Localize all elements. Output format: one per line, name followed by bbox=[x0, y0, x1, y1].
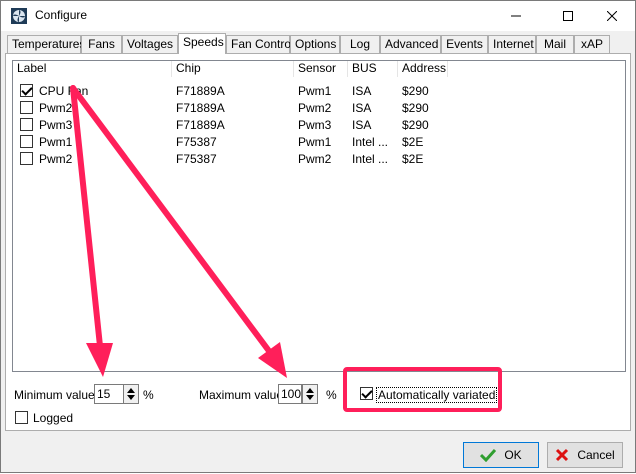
column-chip[interactable]: Chip bbox=[172, 61, 294, 77]
maximum-value-spinner[interactable] bbox=[302, 384, 318, 404]
row-address: $290 bbox=[402, 118, 429, 132]
maximize-icon bbox=[563, 11, 573, 21]
column-address[interactable]: Address bbox=[398, 61, 448, 77]
tab-strip: Temperatures Fans Voltages Speeds Fan Co… bbox=[5, 33, 631, 54]
fan-list[interactable]: Label Chip Sensor BUS Address CPU Fan F7… bbox=[12, 60, 626, 372]
row-address: $290 bbox=[402, 84, 429, 98]
tab-fan-control[interactable]: Fan Control bbox=[226, 35, 294, 53]
configure-window: Configure Temperatures Fans Voltages Spe… bbox=[0, 0, 636, 473]
annotation-highlight-box bbox=[343, 367, 502, 412]
title-bar: Configure bbox=[1, 1, 635, 31]
row-label: Pwm1 bbox=[39, 135, 73, 149]
table-row[interactable]: Pwm3 F71889A Pwm3 ISA $290 bbox=[13, 117, 625, 133]
tab-speeds[interactable]: Speeds bbox=[178, 33, 226, 54]
column-sensor[interactable]: Sensor bbox=[294, 61, 348, 77]
row-sensor: Pwm2 bbox=[298, 152, 332, 166]
table-row[interactable]: Pwm2 F71889A Pwm2 ISA $290 bbox=[13, 100, 625, 116]
cancel-x-icon bbox=[556, 448, 569, 462]
cancel-button[interactable]: Cancel bbox=[547, 442, 623, 468]
row-label: Pwm2 bbox=[39, 101, 73, 115]
row-label: Pwm2 bbox=[39, 152, 73, 166]
checkmark-icon bbox=[480, 448, 497, 462]
minimize-button[interactable] bbox=[493, 1, 539, 31]
maximum-value-label: Maximum value bbox=[199, 388, 284, 402]
minimum-value-spinner[interactable] bbox=[123, 384, 139, 404]
minimum-value-unit: % bbox=[143, 388, 154, 402]
row-checkbox[interactable] bbox=[20, 118, 33, 131]
fan-app-icon bbox=[11, 8, 27, 24]
row-bus: ISA bbox=[352, 101, 372, 115]
tab-internet[interactable]: Internet bbox=[488, 35, 536, 53]
row-chip: F71889A bbox=[176, 118, 225, 132]
column-label[interactable]: Label bbox=[13, 61, 172, 77]
row-bus: Intel ... bbox=[352, 135, 389, 149]
row-sensor: Pwm2 bbox=[298, 101, 332, 115]
tab-events[interactable]: Events bbox=[441, 35, 488, 53]
maximum-value-unit: % bbox=[326, 388, 337, 402]
row-address: $290 bbox=[402, 101, 429, 115]
minimize-icon bbox=[511, 15, 521, 17]
tab-advanced[interactable]: Advanced bbox=[380, 35, 441, 53]
minimum-value-input[interactable]: 15 bbox=[94, 384, 124, 404]
spinner-arrows-icon bbox=[306, 388, 314, 400]
row-address: $2E bbox=[402, 135, 424, 149]
row-chip: F71889A bbox=[176, 101, 225, 115]
row-bus: Intel ... bbox=[352, 152, 389, 166]
tab-temperatures[interactable]: Temperatures bbox=[7, 35, 85, 53]
row-label: Pwm3 bbox=[39, 118, 73, 132]
row-checkbox[interactable] bbox=[20, 135, 33, 148]
close-button[interactable] bbox=[589, 1, 635, 31]
tab-log[interactable]: Log bbox=[340, 35, 380, 53]
row-address: $2E bbox=[402, 152, 424, 166]
cancel-button-label: Cancel bbox=[577, 448, 615, 462]
minimum-value-label: Minimum value bbox=[14, 388, 95, 402]
row-bus: ISA bbox=[352, 84, 372, 98]
maximum-value-input[interactable]: 100 bbox=[278, 384, 302, 404]
row-label: CPU Fan bbox=[39, 84, 89, 98]
row-chip: F75387 bbox=[176, 152, 217, 166]
speeds-panel: Label Chip Sensor BUS Address CPU Fan F7… bbox=[5, 53, 631, 431]
ok-button-label: OK bbox=[504, 448, 522, 462]
table-row[interactable]: Pwm1 F75387 Pwm1 Intel ... $2E bbox=[13, 134, 625, 150]
tab-fans[interactable]: Fans bbox=[81, 35, 122, 53]
row-chip: F75387 bbox=[176, 135, 217, 149]
tab-mail[interactable]: Mail bbox=[536, 35, 574, 53]
logged-label: Logged bbox=[33, 411, 74, 425]
table-row[interactable]: Pwm2 F75387 Pwm2 Intel ... $2E bbox=[13, 151, 625, 167]
logged-checkbox[interactable] bbox=[15, 411, 28, 424]
close-icon bbox=[607, 11, 617, 21]
row-sensor: Pwm3 bbox=[298, 118, 332, 132]
row-checkbox[interactable] bbox=[20, 152, 33, 165]
tab-options[interactable]: Options bbox=[290, 35, 340, 53]
ok-button[interactable]: OK bbox=[463, 442, 539, 468]
tab-voltages[interactable]: Voltages bbox=[122, 35, 178, 53]
row-checkbox[interactable] bbox=[20, 101, 33, 114]
row-bus: ISA bbox=[352, 118, 372, 132]
list-header: Label Chip Sensor BUS Address bbox=[13, 61, 625, 77]
row-sensor: Pwm1 bbox=[298, 135, 332, 149]
tab-xap[interactable]: xAP bbox=[574, 35, 610, 53]
window-title: Configure bbox=[35, 8, 88, 22]
maximize-button[interactable] bbox=[545, 1, 591, 31]
row-checkbox[interactable] bbox=[20, 84, 33, 97]
spinner-arrows-icon bbox=[127, 388, 135, 400]
table-row[interactable]: CPU Fan F71889A Pwm1 ISA $290 bbox=[13, 83, 625, 99]
row-chip: F71889A bbox=[176, 84, 225, 98]
row-sensor: Pwm1 bbox=[298, 84, 332, 98]
column-bus[interactable]: BUS bbox=[348, 61, 398, 77]
